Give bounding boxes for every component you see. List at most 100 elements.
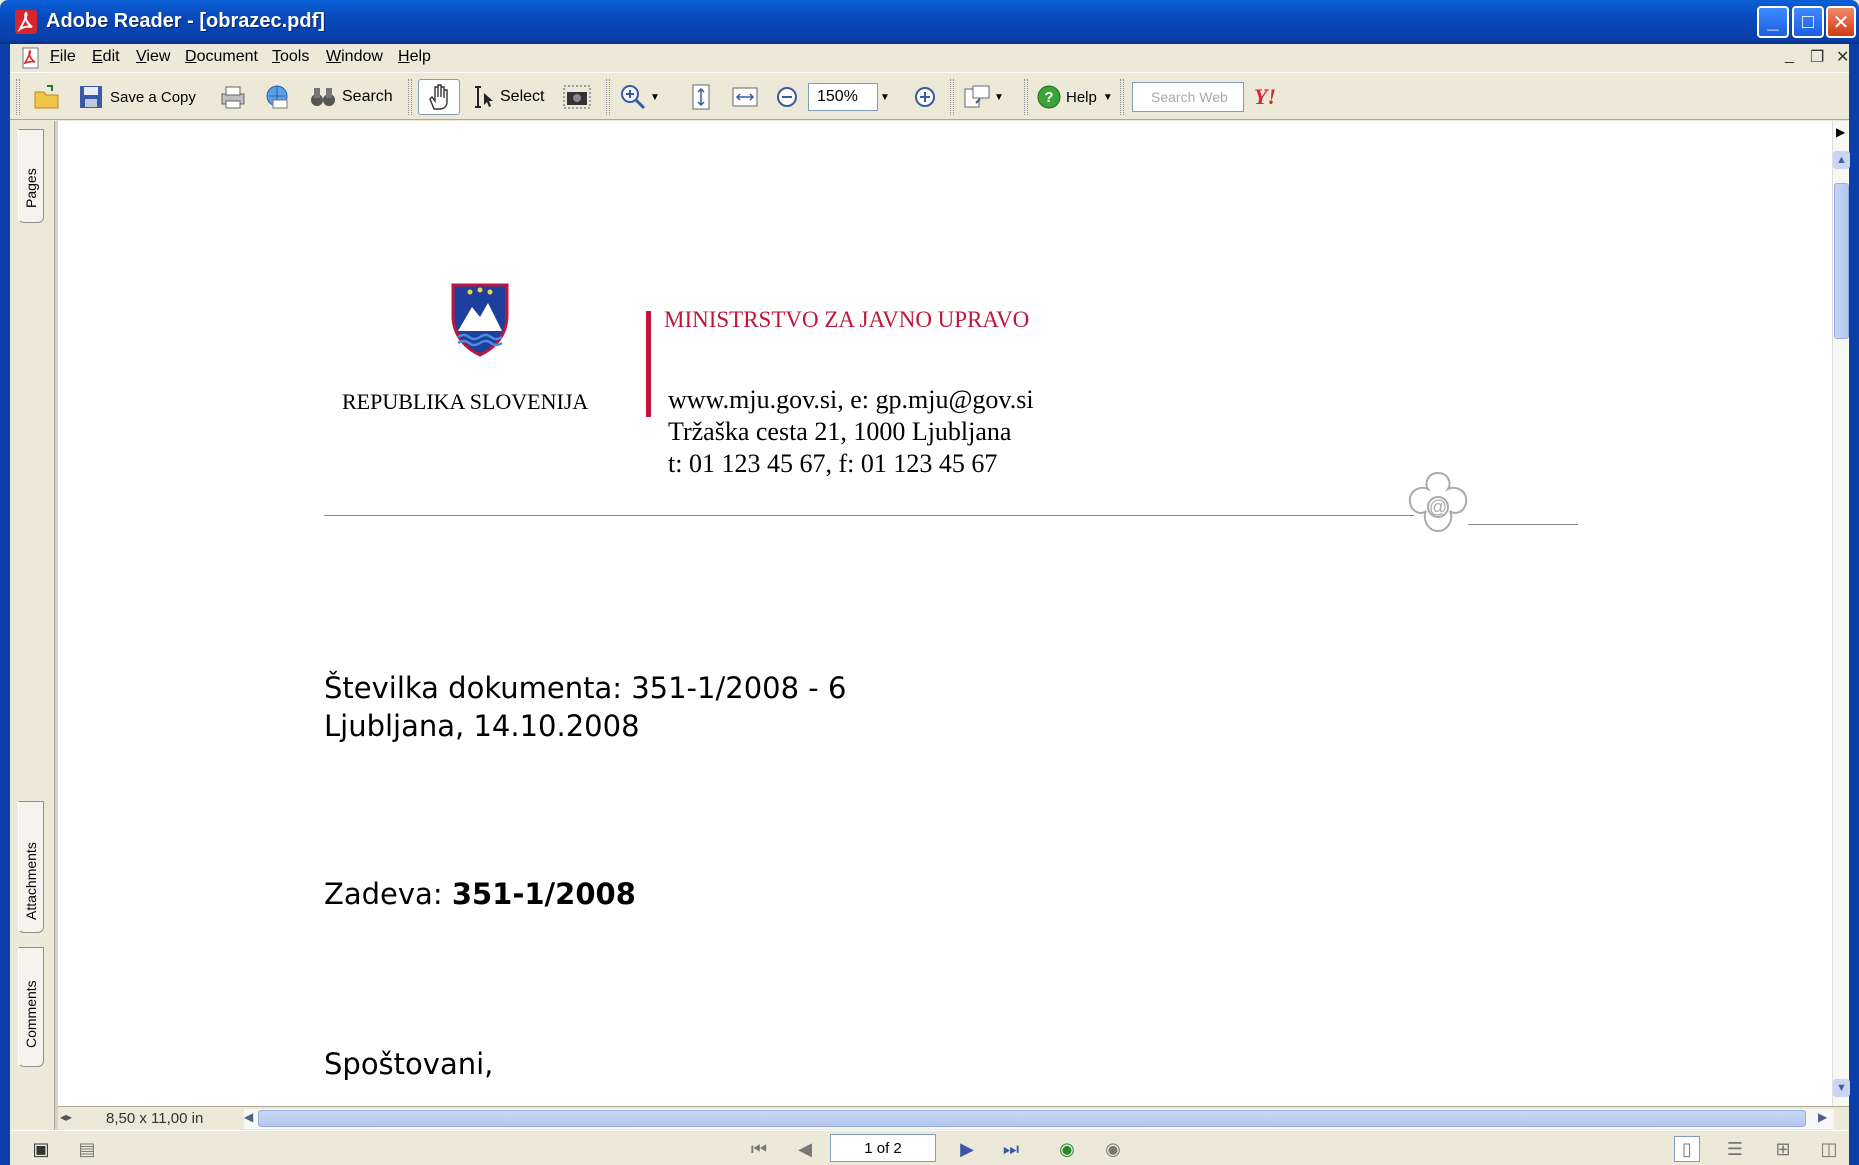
zoom-in-tool-button[interactable]: ▼ [618,79,660,115]
contact-web-email: www.mju.gov.si, e: gp.mju@gov.si [668,385,1034,414]
first-page-icon[interactable]: ⏮ [746,1136,772,1162]
fit-width-icon [730,82,760,112]
search-label: Search [342,88,393,105]
binoculars-icon [308,82,338,112]
hand-tool-button[interactable] [418,79,460,115]
help-label: Help [1066,88,1097,106]
search-web-input[interactable]: Search Web [1132,82,1244,112]
panel-expand-icon[interactable]: ▶ [1836,125,1845,139]
tab-comments[interactable]: Comments [18,947,44,1067]
save-copy-label: Save a Copy [110,88,196,106]
page-size: 8,50 x 11,00 in [106,1110,204,1127]
tab-pages[interactable]: Pages [18,129,44,223]
header-rule [324,515,1414,516]
contact-address: Tržaška cesta 21, 1000 Ljubljana [668,417,1012,446]
yahoo-logo-icon: Y! [1254,84,1276,109]
chevron-down-icon[interactable]: ▼ [1103,92,1113,103]
facing-icon[interactable]: ◫ [1816,1136,1842,1162]
scroll-down-icon[interactable]: ▼ [1833,1079,1850,1097]
contact-phone-fax: t: 01 123 45 67, f: 01 123 45 67 [668,449,998,478]
toolbar-separator [606,79,610,115]
email-button[interactable] [262,79,292,115]
menu-edit[interactable]: Edit [92,48,120,66]
fit-page-button[interactable] [686,79,716,115]
menu-document[interactable]: Document [185,48,258,66]
doc-restore-button[interactable]: ❐ [1810,47,1824,67]
scroll-right-icon[interactable]: ▶ [1818,1110,1827,1124]
yahoo-button[interactable]: Y! [1250,79,1280,115]
menu-file[interactable]: File [50,48,76,66]
zoom-in-button[interactable] [910,79,940,115]
menu-tools[interactable]: Tools [272,48,309,66]
zoom-level-input[interactable]: 150% [808,83,878,111]
continuous-icon[interactable]: ☰ [1722,1136,1748,1162]
minus-circle-icon [772,82,802,112]
horizontal-scroll-thumb[interactable] [258,1110,1806,1127]
slovenia-coat-of-arms-icon [451,283,509,357]
greeting: Spoštovani, [324,1047,494,1081]
chevron-down-icon[interactable]: ▼ [994,92,1004,103]
toolbar-grip [16,79,20,115]
menu-window[interactable]: Window [326,48,383,66]
hand-icon [424,82,454,112]
continuous-facing-icon[interactable]: ⊞ [1770,1136,1796,1162]
print-button[interactable] [218,79,248,115]
help-circle-icon: ? [1034,82,1064,112]
letterhead-divider [646,311,651,417]
printer-icon [218,82,248,112]
tab-comments-label: Comments [23,980,39,1048]
save-copy-button[interactable]: Save a Copy [76,79,196,115]
text-cursor-icon [468,82,498,112]
camera-icon [562,82,592,112]
tab-attachments-label: Attachments [23,842,39,920]
at-flower-logo-icon: @ [1408,471,1468,533]
snapshot-tool-button[interactable] [562,79,592,115]
maximize-button[interactable]: □ [1792,6,1824,38]
go-back-icon[interactable]: ◉ [1054,1136,1080,1162]
zoom-level-dropdown[interactable]: ▼ [880,79,890,115]
plus-circle-icon [910,82,940,112]
fullscreen-icon[interactable]: ▣ [28,1136,54,1162]
help-button[interactable]: ? Help ▼ [1034,79,1113,115]
document-properties-icon[interactable]: ▤ [74,1136,100,1162]
open-button[interactable] [32,79,62,115]
page-number-input[interactable]: 1 of 2 [830,1134,936,1162]
menu-help[interactable]: Help [398,48,431,66]
tab-attachments[interactable]: Attachments [18,801,44,933]
doc-minimize-button[interactable]: _ [1785,47,1794,65]
close-button[interactable]: ✕ [1826,6,1856,38]
subject-value: 351-1/2008 [451,877,636,911]
single-page-icon[interactable]: ▯ [1674,1136,1700,1162]
place-and-date: Ljubljana, 14.10.2008 [324,709,640,743]
zoom-out-button[interactable] [772,79,802,115]
country-name: REPUBLIKA SLOVENIJA [342,389,589,414]
menu-view[interactable]: View [136,48,170,66]
subject-label: Zadeva: [324,877,452,911]
select-label: Select [500,88,545,105]
go-forward-icon[interactable]: ◉ [1100,1136,1126,1162]
window-frame [0,44,10,1165]
vertical-scrollbar[interactable]: ▶ ▲ ▼ [1832,121,1850,1106]
select-tool-button[interactable]: Select [468,79,544,115]
vertical-scroll-thumb[interactable] [1834,183,1849,339]
email-globe-icon [262,82,292,112]
scroll-up-icon[interactable]: ▲ [1833,151,1850,169]
next-page-icon[interactable]: ▶ [954,1136,980,1162]
zoom-dropdown-icon[interactable]: ▼ [650,92,660,103]
split-icon[interactable]: ◂▸ [60,1110,72,1124]
toolbar: Save a Copy Search Select ▼ 150% ▼ ▼ ? H… [10,72,1849,120]
scroll-left-icon[interactable]: ◀ [244,1110,253,1124]
adobe-reader-icon [15,10,37,34]
last-page-icon[interactable]: ⏭ [998,1136,1024,1162]
rotate-view-button[interactable]: ▼ [962,79,1004,115]
previous-page-icon[interactable]: ◀ [792,1136,818,1162]
minimize-button[interactable]: _ [1757,6,1789,38]
rotate-page-icon [962,82,992,112]
toolbar-separator [1024,79,1028,115]
search-button[interactable]: Search [308,79,393,115]
fit-width-button[interactable] [730,79,760,115]
svg-text:@: @ [1429,497,1447,517]
document-page[interactable]: REPUBLIKA SLOVENIJA MINISTRSTVO ZA JAVNO… [58,121,1832,1106]
doc-close-button[interactable]: ✕ [1836,47,1849,67]
horizontal-scrollbar[interactable]: ◀ ▶ [244,1109,1834,1129]
